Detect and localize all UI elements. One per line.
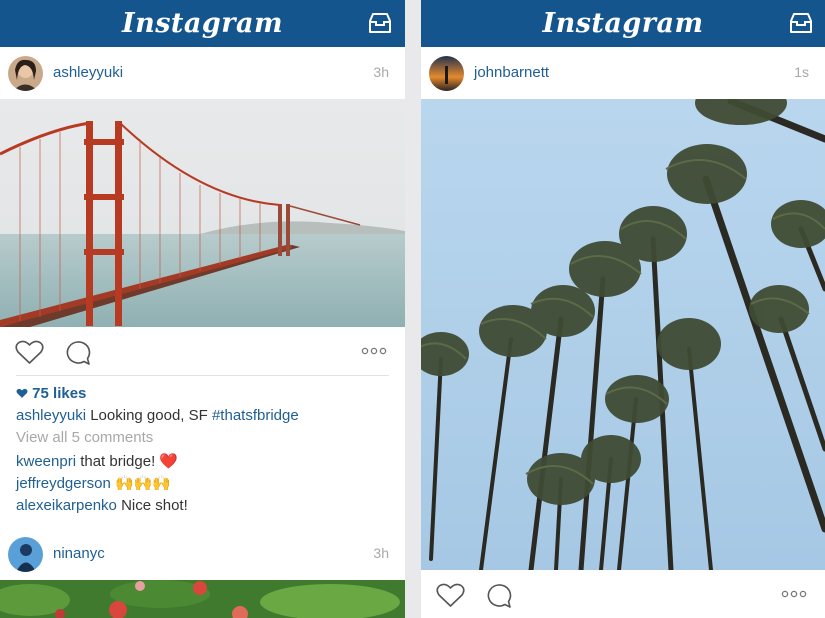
heart-icon[interactable] [436, 583, 465, 608]
username[interactable]: johnbarnett [474, 64, 549, 81]
avatar[interactable] [8, 537, 43, 572]
comment-text: Nice shot! [116, 497, 188, 514]
view-comments-link[interactable]: View all 5 comments [16, 429, 153, 446]
post-actions [0, 327, 405, 375]
post-time: 1s [794, 64, 809, 80]
avatar[interactable] [429, 56, 464, 91]
inbox-icon[interactable] [368, 12, 392, 34]
post-header: ninanyc 3h [0, 528, 405, 580]
app-logo: Instagram [121, 8, 284, 39]
avatar[interactable] [8, 56, 43, 91]
likes-count[interactable]: 75 likes [32, 385, 86, 402]
top-bar: Instagram [421, 0, 825, 47]
heart-icon[interactable] [15, 340, 44, 365]
post-time: 3h [373, 64, 389, 80]
username[interactable]: ashleyyuki [53, 64, 123, 81]
post-header: ashleyyuki 3h [0, 47, 405, 99]
comment-username[interactable]: kweenpri [16, 453, 76, 470]
post-time: 3h [373, 545, 389, 561]
more-icon[interactable] [361, 346, 387, 356]
username[interactable]: ninanyc [53, 545, 105, 562]
comment-username[interactable]: jeffreydgerson [16, 475, 111, 492]
hashtag-link[interactable]: #thatsfbridge [212, 407, 299, 424]
caption: ashleyyuki Looking good, SF #thatsfbridg… [16, 407, 299, 424]
comment-text: that bridge! ❤️ [76, 453, 179, 470]
post-actions [421, 570, 825, 618]
comment-icon[interactable] [485, 583, 512, 609]
post-photo[interactable] [0, 99, 405, 327]
heart-filled-icon [16, 388, 28, 398]
caption-username[interactable]: ashleyyuki [16, 407, 86, 424]
left-screen: Instagram ashleyyuki 3h 75 likes ashleyy… [0, 0, 405, 618]
inbox-icon[interactable] [789, 12, 813, 34]
caption-text: Looking good, SF [86, 407, 212, 424]
more-icon[interactable] [781, 589, 807, 599]
comment: kweenpri that bridge! ❤️ [16, 452, 178, 470]
comment-text: 🙌🙌🙌 [110, 475, 171, 492]
divider [16, 375, 389, 376]
post-header: johnbarnett 1s [421, 47, 825, 99]
comment-icon[interactable] [64, 340, 91, 366]
right-screen: Instagram johnbarnett 1s [421, 0, 825, 618]
comment: alexeikarpenko Nice shot! [16, 497, 188, 514]
comment-username[interactable]: alexeikarpenko [16, 497, 117, 514]
post-photo[interactable] [0, 580, 405, 618]
likes-row[interactable]: 75 likes [16, 385, 86, 402]
app-logo: Instagram [542, 8, 704, 39]
comment: jeffreydgerson 🙌🙌🙌 [16, 474, 171, 492]
top-bar: Instagram [0, 0, 405, 47]
post-photo[interactable] [421, 99, 825, 570]
